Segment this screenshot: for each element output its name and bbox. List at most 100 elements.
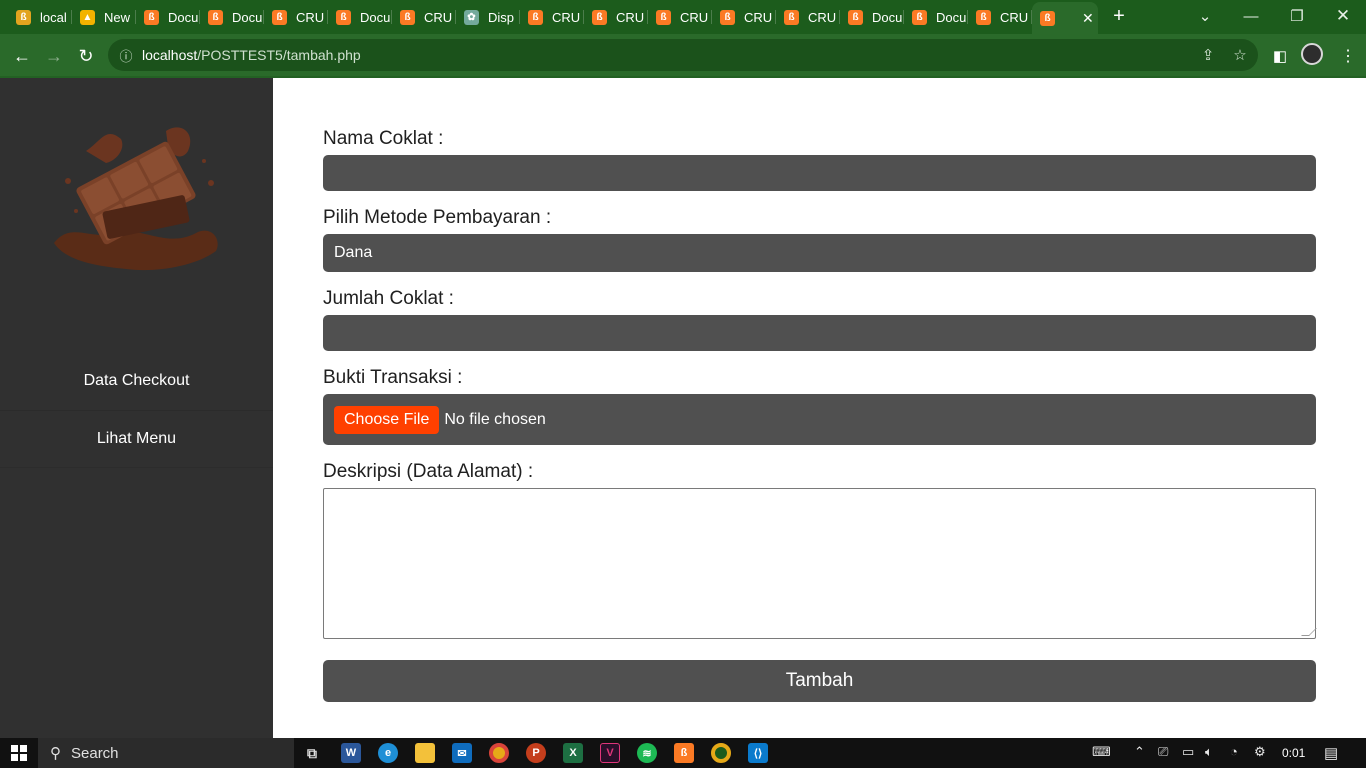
taskbar-search[interactable]: ⚲ Search xyxy=(38,738,294,768)
tab-title: Docu xyxy=(232,9,263,25)
xampp-icon: ß xyxy=(336,9,351,25)
metode-pembayaran-label: Pilih Metode Pembayaran : xyxy=(323,207,552,228)
tab-9[interactable]: ß CRU xyxy=(584,4,648,30)
nama-coklat-input[interactable] xyxy=(323,155,1316,191)
tab-0[interactable]: ß local xyxy=(8,4,72,30)
settings-gear-icon[interactable]: ⚙ xyxy=(1254,744,1266,760)
deskripsi-label: Deskripsi (Data Alamat) : xyxy=(323,461,534,482)
keyboard-icon[interactable]: ⌨ xyxy=(1092,744,1111,760)
browser-toolbar: ← → ↻ ⓘ localhost/POSTTEST5/tambah.php ⇪… xyxy=(0,34,1366,76)
word-icon[interactable]: W xyxy=(341,743,361,763)
bukti-transaksi-file-input[interactable]: Choose File No file chosen xyxy=(323,394,1316,445)
battery-icon[interactable]: ▭ xyxy=(1182,744,1194,760)
side-panel-icon[interactable]: ◧ xyxy=(1266,42,1294,70)
jumlah-coklat-input[interactable] xyxy=(323,315,1316,351)
volume-icon[interactable]: 🔈︎ xyxy=(1205,744,1213,760)
nama-coklat-label: Nama Coklat : xyxy=(323,128,444,149)
tab-active[interactable]: ß ✕ xyxy=(1032,2,1098,34)
tab-3[interactable]: ß Docu xyxy=(200,4,264,30)
tab-7[interactable]: ✿ Disp xyxy=(456,4,520,30)
minimize-button[interactable]: — xyxy=(1228,0,1274,32)
forward-button[interactable]: → xyxy=(40,42,68,70)
vectr-icon[interactable]: V xyxy=(600,743,620,763)
taskbar-clock[interactable]: 0:01 xyxy=(1282,746,1305,760)
camera-icon[interactable]: ⎚ xyxy=(1158,744,1168,760)
xampp-icon: ß xyxy=(656,9,671,25)
tab-title: CRU xyxy=(680,9,709,25)
jumlah-coklat-label: Jumlah Coklat : xyxy=(323,288,454,309)
sidebar-link-lihat-menu[interactable]: Lihat Menu xyxy=(0,410,273,468)
new-tab-button[interactable]: + xyxy=(1108,5,1130,27)
vscode-icon[interactable]: ⟨⟩ xyxy=(748,743,768,763)
more-menu-icon[interactable]: ⋮ xyxy=(1334,42,1362,70)
url-host: localhost xyxy=(142,47,198,63)
powerpoint-icon[interactable]: P xyxy=(526,743,546,763)
metode-pembayaran-value: Dana xyxy=(334,244,373,261)
tab-title: CRU xyxy=(616,9,645,25)
address-bar[interactable]: ⓘ localhost/POSTTEST5/tambah.php ⇪ ☆ xyxy=(108,39,1258,71)
tab-13[interactable]: ß Docu xyxy=(840,4,904,30)
mail-icon[interactable]: ✉ xyxy=(452,743,472,763)
profile-avatar[interactable] xyxy=(1301,43,1323,65)
share-icon[interactable]: ⇪ xyxy=(1198,45,1218,65)
xampp-icon: ß xyxy=(16,9,31,25)
taskbar: ⚲ Search ⧉ W e ✉ P X V ≋ ß ⟨⟩ ⌨ ⌃ ⎚ ▭ 🔈︎… xyxy=(0,738,1366,768)
metode-pembayaran-select[interactable]: Dana xyxy=(323,234,1316,272)
tab-title: CRU xyxy=(1000,9,1029,25)
tab-10[interactable]: ß CRU xyxy=(648,4,712,30)
tab-1[interactable]: ▲ New xyxy=(72,4,136,30)
tab-8[interactable]: ß CRU xyxy=(520,4,584,30)
tambah-button[interactable]: Tambah xyxy=(323,660,1316,702)
chrome-active-icon[interactable] xyxy=(711,743,731,763)
site-info-icon[interactable]: ⓘ xyxy=(116,45,136,65)
deskripsi-textarea[interactable] xyxy=(323,488,1317,639)
tab-title: Docu xyxy=(168,9,199,25)
chrome-icon[interactable] xyxy=(489,743,509,763)
tab-5[interactable]: ß Docu xyxy=(328,4,392,30)
tab-title: CRU xyxy=(744,9,773,25)
edge-icon[interactable]: e xyxy=(378,743,398,763)
tab-14[interactable]: ß Docu xyxy=(904,4,968,30)
restore-button[interactable]: ❐ xyxy=(1274,0,1320,32)
tab-title: Docu xyxy=(872,9,903,25)
xampp-taskbar-icon[interactable]: ß xyxy=(674,743,694,763)
tab-title: CRU xyxy=(552,9,581,25)
browser-tab-bar: ß local ▲ New ß Docu ß Docu ß CRU ß Docu ß CRU ✿ Disp ß C… xyxy=(0,0,1366,34)
taskbar-search-placeholder: Search xyxy=(71,744,119,762)
close-window-button[interactable]: ✕ xyxy=(1320,0,1366,32)
sidebar-link-data-checkout[interactable]: Data Checkout xyxy=(0,352,273,410)
xampp-icon: ß xyxy=(208,9,223,25)
tab-12[interactable]: ß CRU xyxy=(776,4,840,30)
resize-handle[interactable] xyxy=(1301,628,1317,636)
file-explorer-icon[interactable] xyxy=(415,743,435,763)
tab-11[interactable]: ß CRU xyxy=(712,4,776,30)
tab-close-icon[interactable]: ✕ xyxy=(1082,10,1094,27)
tab-15[interactable]: ß CRU xyxy=(968,4,1032,30)
wifi-icon[interactable]: ◔ xyxy=(1230,744,1238,759)
xampp-icon: ß xyxy=(720,9,735,25)
xampp-icon: ß xyxy=(528,9,543,25)
xampp-icon: ß xyxy=(1040,10,1055,26)
sidebar: Data Checkout Lihat Menu xyxy=(0,78,273,738)
bukti-transaksi-label: Bukti Transaksi : xyxy=(323,367,463,388)
show-hidden-icons-icon[interactable]: ⌃ xyxy=(1134,744,1145,760)
reload-button[interactable]: ↻ xyxy=(72,42,100,70)
tab-title: CRU xyxy=(808,9,837,25)
spotify-icon[interactable]: ≋ xyxy=(637,743,657,763)
xampp-icon: ß xyxy=(976,9,991,25)
bookmark-star-icon[interactable]: ☆ xyxy=(1230,45,1250,65)
tab-title: Docu xyxy=(360,9,391,25)
start-button[interactable] xyxy=(0,738,38,768)
tab-search-chevron-icon[interactable]: ⌄ xyxy=(1182,0,1228,32)
tab-title: Docu xyxy=(936,9,967,25)
choose-file-button[interactable]: Choose File xyxy=(334,405,440,434)
xampp-icon: ß xyxy=(784,9,799,25)
tab-2[interactable]: ß Docu xyxy=(136,4,200,30)
notification-icon[interactable]: ▤ xyxy=(1324,744,1338,762)
back-button[interactable]: ← xyxy=(8,42,36,70)
tab-4[interactable]: ß CRU xyxy=(264,4,328,30)
tab-6[interactable]: ß CRU xyxy=(392,4,456,30)
excel-icon[interactable]: X xyxy=(563,743,583,763)
xampp-icon: ß xyxy=(912,9,927,25)
task-view-icon[interactable]: ⧉ xyxy=(302,743,322,763)
